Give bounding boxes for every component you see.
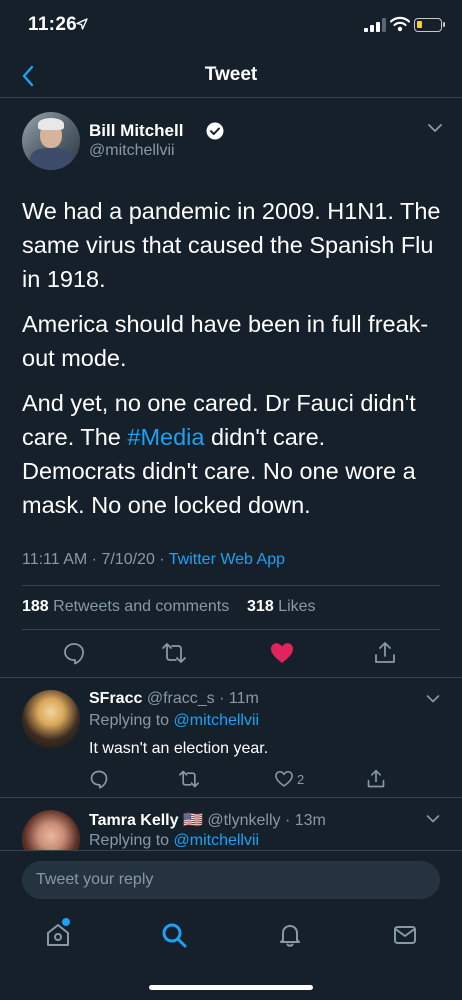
like-button[interactable] bbox=[269, 640, 295, 666]
replying-to-link[interactable]: @mitchellvii bbox=[174, 832, 260, 849]
divider bbox=[22, 629, 440, 630]
wifi-icon bbox=[390, 16, 410, 32]
likes-stat[interactable]: 318 Likes bbox=[247, 598, 316, 615]
reply-avatar[interactable] bbox=[22, 690, 80, 748]
share-icon bbox=[367, 769, 385, 788]
reply-item[interactable]: Tamra Kelly 🇺🇸 @tlynkelly · 13m Replying… bbox=[0, 810, 462, 850]
reply-composer-bar bbox=[0, 850, 462, 910]
replying-to: Replying to @mitchellvii bbox=[89, 712, 259, 730]
reply-button[interactable] bbox=[61, 640, 87, 666]
hashtag-link[interactable]: #Media bbox=[127, 424, 204, 450]
divider bbox=[22, 585, 440, 586]
status-time: 11:26 bbox=[28, 14, 78, 35]
divider bbox=[0, 677, 462, 678]
flag-icon: 🇺🇸 bbox=[182, 812, 203, 829]
divider bbox=[0, 797, 462, 798]
separator: · bbox=[280, 812, 295, 829]
tweet-source-link[interactable]: Twitter Web App bbox=[169, 551, 285, 568]
tab-messages[interactable] bbox=[390, 920, 420, 950]
reply-author-name[interactable]: SFracc bbox=[89, 690, 142, 707]
verified-badge-icon bbox=[206, 122, 224, 140]
tweet-paragraph: We had a pandemic in 2009. H1N1. The sam… bbox=[22, 198, 441, 292]
tweet-timestamp: 11:11 AM · 7/10/20 · Twitter Web App bbox=[22, 551, 285, 569]
location-arrow-icon bbox=[76, 18, 88, 30]
reply-time: 11m bbox=[228, 690, 259, 707]
tweet-actions bbox=[0, 640, 462, 670]
retweets-label: Retweets and comments bbox=[48, 598, 230, 615]
reply-time: 13m bbox=[294, 812, 326, 829]
retweets-count: 188 bbox=[22, 598, 49, 615]
separator: · bbox=[154, 551, 169, 568]
reply-avatar[interactable] bbox=[22, 810, 80, 850]
reply-like-count: 2 bbox=[297, 771, 305, 787]
retweet-button[interactable] bbox=[161, 640, 187, 666]
retweet-icon bbox=[178, 770, 199, 788]
reply-retweet-button[interactable] bbox=[178, 768, 200, 790]
comment-icon bbox=[64, 643, 84, 665]
reply-text: It wasn't an election year. bbox=[89, 740, 269, 757]
chevron-down-icon[interactable] bbox=[426, 694, 440, 704]
mail-icon bbox=[394, 926, 416, 944]
reply-composer[interactable] bbox=[22, 861, 440, 899]
tweet-time: 11:11 AM bbox=[22, 551, 88, 568]
cellular-signal-icon bbox=[364, 18, 386, 32]
reply-author-handle[interactable]: @tlynkelly bbox=[207, 812, 280, 829]
reply-author-handle[interactable]: @fracc_s bbox=[147, 690, 215, 707]
replying-to-label: Replying to bbox=[89, 832, 174, 849]
heart-icon bbox=[275, 770, 293, 787]
reply-share-button[interactable] bbox=[366, 768, 386, 790]
likes-label: Likes bbox=[273, 598, 316, 615]
author-handle[interactable]: @mitchellvii bbox=[89, 142, 175, 160]
chevron-down-icon[interactable] bbox=[427, 122, 443, 134]
comment-icon bbox=[90, 770, 108, 789]
retweet-icon bbox=[162, 643, 186, 663]
share-button[interactable] bbox=[372, 640, 398, 666]
tab-notifications[interactable] bbox=[275, 920, 305, 950]
replying-to: Replying to @mitchellvii bbox=[89, 832, 259, 850]
page-title: Tweet bbox=[204, 64, 258, 85]
reply-item[interactable]: SFracc @fracc_s · 11m Replying to @mitch… bbox=[0, 690, 462, 794]
separator: · bbox=[214, 690, 229, 707]
reply-header: SFracc @fracc_s · 11m bbox=[89, 690, 259, 708]
share-icon bbox=[375, 642, 395, 663]
author-avatar[interactable] bbox=[22, 112, 80, 170]
tweet-text: We had a pandemic in 2009. H1N1. The sam… bbox=[22, 194, 442, 533]
status-bar: 11:26 bbox=[0, 0, 462, 54]
replying-to-label: Replying to bbox=[89, 712, 174, 729]
heart-filled-icon bbox=[271, 643, 293, 663]
reply-actions: 2 bbox=[0, 768, 462, 790]
battery-icon bbox=[414, 18, 445, 32]
tweet-date: 7/10/20 bbox=[101, 551, 155, 568]
tweet-paragraph: And yet, no one cared. Dr Fauci didn't c… bbox=[22, 386, 442, 522]
home-indicator[interactable] bbox=[149, 985, 313, 990]
reply-author-name[interactable]: Tamra Kelly bbox=[89, 812, 179, 829]
retweets-stat[interactable]: 188 Retweets and comments bbox=[22, 598, 229, 615]
author-name[interactable]: Bill Mitchell bbox=[89, 121, 183, 141]
home-icon bbox=[47, 924, 69, 946]
replying-to-link[interactable]: @mitchellvii bbox=[174, 712, 260, 729]
reply-like-button[interactable]: 2 bbox=[274, 768, 304, 790]
bell-icon bbox=[280, 925, 300, 947]
reply-comment-button[interactable] bbox=[89, 768, 109, 790]
tweet-paragraph: America should have been in full freak-o… bbox=[22, 311, 429, 371]
reply-input[interactable] bbox=[22, 861, 440, 899]
chevron-down-icon[interactable] bbox=[426, 814, 440, 824]
reply-header: Tamra Kelly 🇺🇸 @tlynkelly · 13m bbox=[89, 810, 326, 830]
tweet-stats: 188 Retweets and comments 318 Likes bbox=[22, 598, 316, 616]
separator: · bbox=[87, 551, 102, 568]
tab-search[interactable] bbox=[159, 920, 189, 950]
nav-bar: Tweet bbox=[0, 54, 462, 98]
tweet-header: Bill Mitchell @mitchellvii bbox=[22, 112, 442, 172]
likes-count: 318 bbox=[247, 598, 274, 615]
search-icon bbox=[162, 923, 187, 948]
new-content-dot bbox=[62, 918, 70, 926]
